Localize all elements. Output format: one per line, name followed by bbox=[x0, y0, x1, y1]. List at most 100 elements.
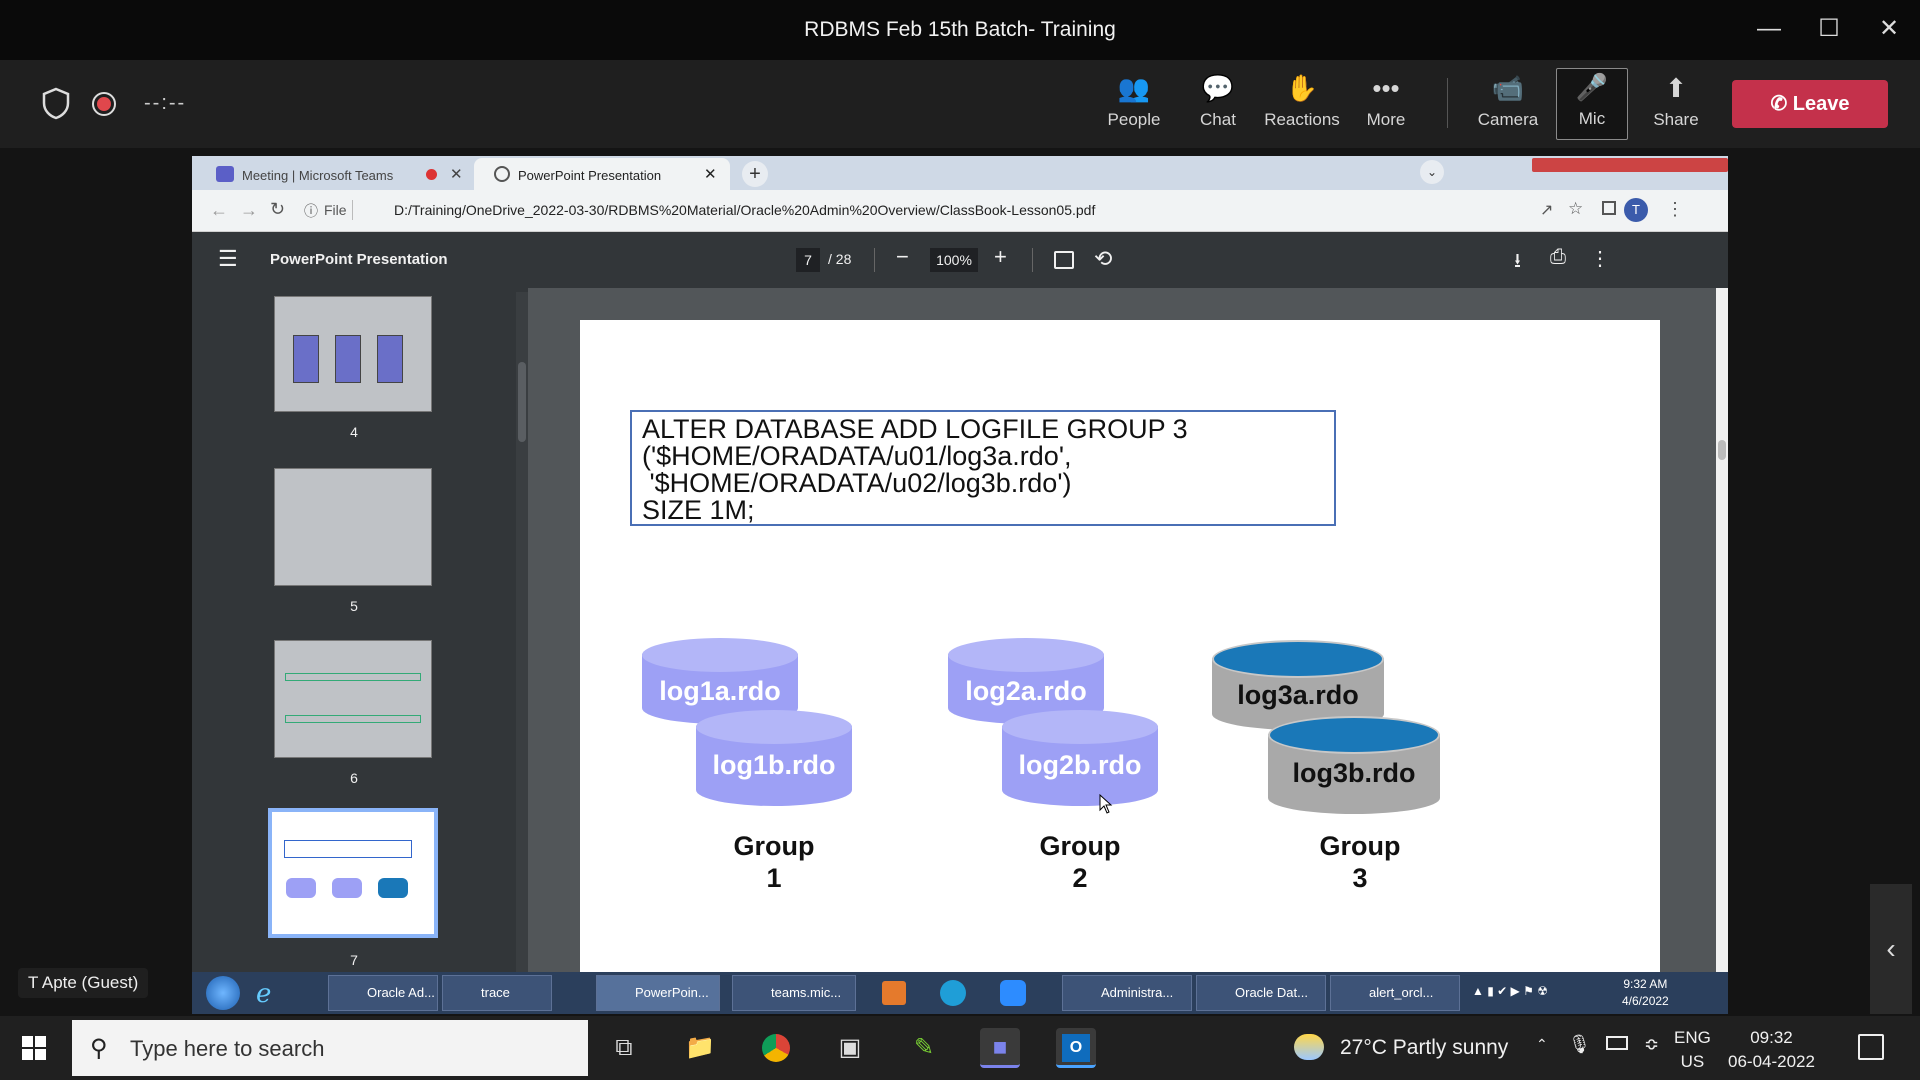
tab-powerpoint-presentation[interactable]: PowerPoint Presentation ✕ bbox=[474, 158, 730, 190]
reactions-label: Reactions bbox=[1264, 110, 1340, 129]
shield-icon[interactable] bbox=[40, 86, 72, 120]
page-count: / 28 bbox=[828, 251, 852, 267]
log3b-cylinder: log3b.rdo bbox=[1268, 716, 1440, 814]
share-button[interactable]: ⬆ Share bbox=[1634, 70, 1718, 136]
page-number-input[interactable]: 7 bbox=[796, 248, 820, 272]
weather-icon bbox=[1294, 1034, 1324, 1060]
microphone-icon[interactable]: 🎙 bbox=[1568, 1034, 1591, 1055]
sidebar-scrollbar[interactable] bbox=[516, 292, 528, 1012]
page-scrollbar[interactable] bbox=[1716, 288, 1728, 1014]
search-placeholder: Type here to search bbox=[130, 1036, 325, 1061]
ie-icon[interactable]: ℯ bbox=[256, 978, 271, 1009]
windows-start-icon[interactable] bbox=[22, 1036, 46, 1060]
more-button[interactable]: ••• More bbox=[1344, 70, 1428, 136]
notification-icon[interactable] bbox=[1858, 1034, 1884, 1060]
pdf-toolbar: ☰ PowerPoint Presentation 7 / 28 − 100% … bbox=[192, 232, 1728, 288]
mic-off-icon: 🎤 bbox=[1575, 72, 1609, 102]
forward-icon[interactable]: → bbox=[240, 200, 258, 221]
mic-button[interactable]: 🎤 Mic bbox=[1556, 68, 1628, 140]
thumbnail-page-number: 6 bbox=[350, 770, 358, 786]
reload-icon[interactable]: ↻ bbox=[270, 199, 285, 220]
back-icon[interactable]: ← bbox=[210, 200, 228, 221]
page-thumbnail[interactable] bbox=[274, 296, 432, 412]
title-bar: RDBMS Feb 15th Batch- Training — ☐ ✕ bbox=[0, 0, 1920, 60]
taskbar-search-box[interactable]: ⚲ Type here to search bbox=[72, 1020, 588, 1076]
remote-task-item[interactable]: Oracle Ad... bbox=[328, 975, 438, 1011]
remote-task-item[interactable]: PowerPoin... bbox=[596, 975, 720, 1011]
browser-tab-strip: Meeting | Microsoft Teams ✕ PowerPoint P… bbox=[192, 156, 1728, 190]
share-page-icon[interactable]: ↗ bbox=[1540, 200, 1553, 220]
language-indicator[interactable]: ENG US bbox=[1674, 1026, 1711, 1074]
close-tab-icon[interactable]: ✕ bbox=[450, 165, 463, 183]
close-tab-icon[interactable]: ✕ bbox=[704, 165, 717, 183]
battery-icon[interactable] bbox=[1606, 1036, 1628, 1050]
teams-taskbar-icon[interactable]: ■ bbox=[980, 1028, 1020, 1068]
tab-teams-meeting[interactable]: Meeting | Microsoft Teams ✕ bbox=[198, 158, 468, 190]
weather-text[interactable]: 27°C Partly sunny bbox=[1340, 1036, 1508, 1060]
tray-chevron-icon[interactable]: ⌃ bbox=[1536, 1036, 1548, 1053]
minimize-icon[interactable]: — bbox=[1754, 14, 1784, 44]
tray-icons[interactable]: ▲ ▮ ✔ ▶ ⚑ ☢ bbox=[1472, 984, 1548, 998]
leave-label: Leave bbox=[1792, 93, 1850, 115]
print-icon[interactable]: ⎙ bbox=[1550, 246, 1566, 269]
remote-task-item[interactable]: Oracle Dat... bbox=[1196, 975, 1326, 1011]
tab-label: Meeting | Microsoft Teams bbox=[242, 168, 394, 183]
fit-page-icon[interactable] bbox=[1054, 251, 1074, 269]
meeting-control-bar bbox=[0, 60, 1920, 148]
photo-app-icon[interactable]: ✎ bbox=[904, 1028, 944, 1068]
zoom-out-icon[interactable]: − bbox=[896, 244, 909, 270]
start-orb-icon[interactable] bbox=[206, 976, 240, 1010]
url-field[interactable]: D:/Training/OneDrive_2022-03-30/RDBMS%20… bbox=[394, 202, 1095, 218]
page-thumbnail[interactable] bbox=[274, 468, 432, 586]
url-scheme: File bbox=[324, 202, 347, 218]
remote-task-item[interactable]: teams.mic... bbox=[732, 975, 856, 1011]
pdf-page: ALTER DATABASE ADD LOGFILE GROUP 3 ('$HO… bbox=[580, 320, 1660, 1014]
recording-dot-icon bbox=[426, 169, 437, 180]
zoom-icon[interactable] bbox=[1000, 980, 1026, 1006]
terminal-icon[interactable]: ▣ bbox=[830, 1028, 870, 1068]
window-title: RDBMS Feb 15th Batch- Training bbox=[804, 18, 1116, 41]
tab-search-icon[interactable]: ⌄ bbox=[1420, 160, 1444, 184]
page-thumbnail[interactable] bbox=[274, 640, 432, 758]
file-explorer-icon[interactable]: 📁 bbox=[680, 1028, 720, 1068]
pdf-more-icon[interactable]: ⋮ bbox=[1590, 246, 1610, 271]
wifi-icon[interactable]: ≎ bbox=[1644, 1034, 1659, 1055]
rotate-icon[interactable]: ⟲ bbox=[1094, 246, 1112, 272]
thumbnail-page-number: 7 bbox=[350, 952, 358, 968]
maximize-icon[interactable]: ☐ bbox=[1814, 14, 1844, 44]
page-thumbnail-selected[interactable] bbox=[268, 808, 438, 938]
menu-icon[interactable]: ☰ bbox=[218, 246, 238, 272]
chat-button[interactable]: 💬 Chat bbox=[1176, 70, 1260, 136]
taskbar-clock[interactable]: 09:32 06-04-2022 bbox=[1728, 1026, 1815, 1074]
teams-icon bbox=[216, 166, 234, 182]
toolbar-divider bbox=[874, 248, 875, 272]
camera-button[interactable]: 📹 Camera bbox=[1466, 70, 1550, 136]
new-tab-icon[interactable]: + bbox=[742, 161, 768, 187]
share-label: Share bbox=[1653, 110, 1699, 129]
remote-task-item[interactable]: Administra... bbox=[1062, 975, 1192, 1011]
edge-icon[interactable] bbox=[940, 980, 966, 1006]
chevron-left-icon[interactable]: ‹ bbox=[1870, 884, 1912, 1014]
chrome-icon[interactable] bbox=[756, 1028, 796, 1068]
browser-menu-icon[interactable]: ⋮ bbox=[1666, 199, 1684, 220]
people-button[interactable]: 👥 People bbox=[1092, 70, 1176, 136]
log1b-cylinder: log1b.rdo bbox=[696, 710, 852, 806]
reactions-button[interactable]: ✋ Reactions bbox=[1260, 70, 1344, 136]
task-view-icon[interactable]: ⧉ bbox=[604, 1028, 644, 1068]
media-player-icon[interactable] bbox=[882, 981, 906, 1005]
remote-task-item[interactable]: alert_orcl... bbox=[1330, 975, 1460, 1011]
info-icon[interactable]: ⓘ bbox=[304, 201, 318, 221]
outlook-icon[interactable]: O bbox=[1056, 1028, 1096, 1068]
bookmark-star-icon[interactable]: ☆ bbox=[1568, 199, 1583, 219]
side-panel-icon[interactable] bbox=[1602, 201, 1616, 215]
profile-avatar[interactable]: T bbox=[1624, 198, 1648, 222]
tab-label: PowerPoint Presentation bbox=[518, 168, 662, 183]
download-icon[interactable]: ⭳ bbox=[1514, 246, 1521, 280]
thumbnail-page-number: 5 bbox=[350, 598, 358, 614]
zoom-level-input[interactable]: 100% bbox=[930, 248, 978, 272]
windows-taskbar: ⚲ Type here to search ⧉ 📁 ▣ ✎ ■ O 27°C P… bbox=[0, 1016, 1920, 1080]
remote-task-item[interactable]: trace bbox=[442, 975, 552, 1011]
close-icon[interactable]: ✕ bbox=[1874, 14, 1904, 44]
zoom-in-icon[interactable]: + bbox=[994, 244, 1007, 270]
leave-button[interactable]: ✆ Leave bbox=[1732, 80, 1888, 128]
